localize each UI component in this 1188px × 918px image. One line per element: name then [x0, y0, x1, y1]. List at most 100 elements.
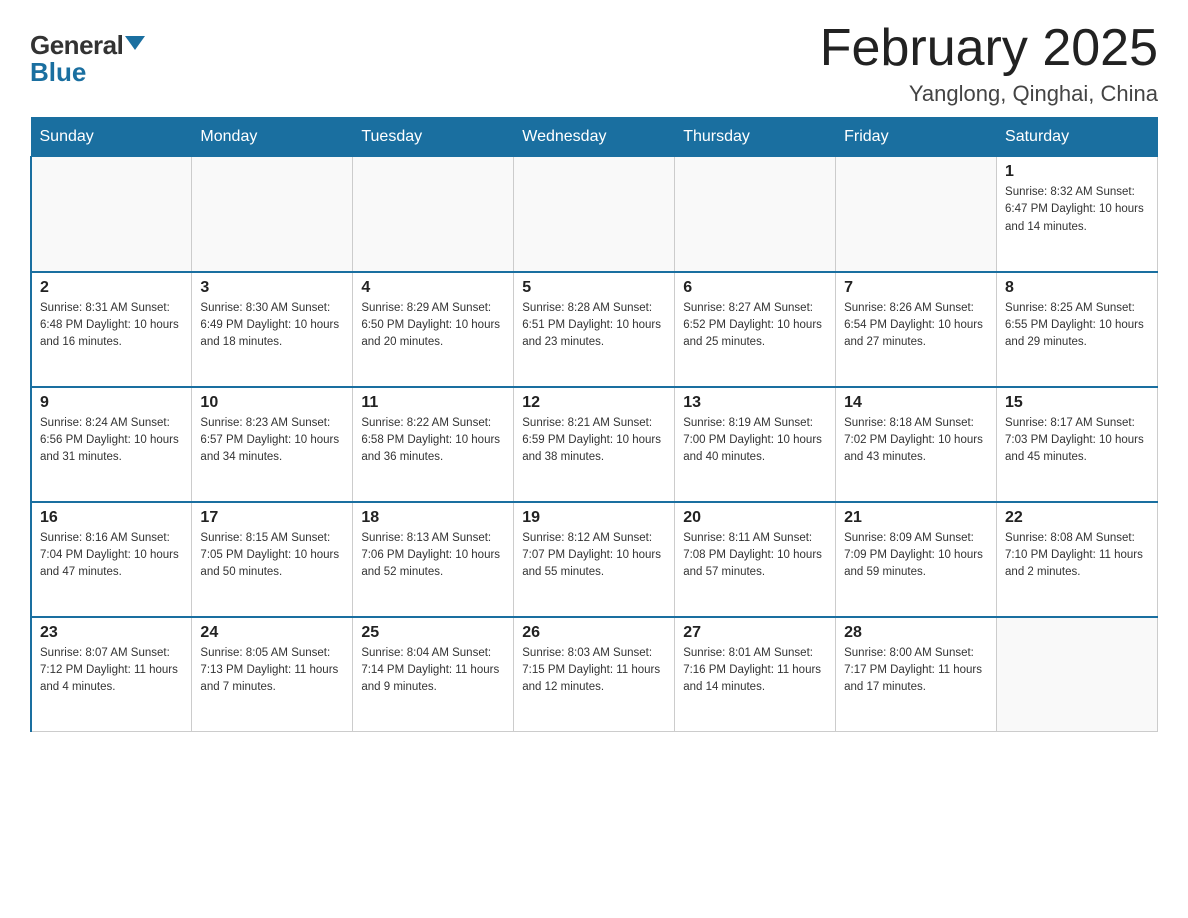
day-info: Sunrise: 8:22 AM Sunset: 6:58 PM Dayligh…	[361, 415, 505, 467]
day-number: 3	[200, 279, 344, 297]
day-info: Sunrise: 8:23 AM Sunset: 6:57 PM Dayligh…	[200, 415, 344, 467]
calendar-cell: 18Sunrise: 8:13 AM Sunset: 7:06 PM Dayli…	[353, 502, 514, 617]
calendar-cell: 17 Sunrise: 8:15 AM Sunset: 7:05 PM Dayli…	[192, 502, 353, 617]
weekday-header-thursday: Thursday	[675, 118, 836, 157]
calendar-week-row: 2 Sunrise: 8:31 AM Sunset: 6:48 PM Daylig…	[31, 272, 1158, 387]
day-number: 27	[683, 624, 827, 642]
day-number: 16	[40, 509, 183, 527]
page-header: General Blue February 2025 Yanglong, Qin…	[30, 20, 1158, 107]
location-title: Yanglong, Qinghai, China	[820, 81, 1158, 107]
day-number: 23	[40, 624, 183, 642]
day-number: 8	[1005, 279, 1149, 297]
calendar-cell: 3 Sunrise: 8:30 AM Sunset: 6:49 PM Daylig…	[192, 272, 353, 387]
calendar-cell: 20 Sunrise: 8:11 AM Sunset: 7:08 PM Dayli…	[675, 502, 836, 617]
day-number: 24	[200, 624, 344, 642]
day-number: 22	[1005, 509, 1149, 527]
day-number: 14	[844, 394, 988, 412]
calendar-cell	[675, 157, 836, 272]
weekday-header-saturday: Saturday	[997, 118, 1158, 157]
day-info: Sunrise: 8:25 AM Sunset: 6:55 PM Dayligh…	[1005, 300, 1149, 352]
day-number: 5	[522, 279, 666, 297]
day-number: 11	[361, 394, 505, 412]
calendar-cell: 14Sunrise: 8:18 AM Sunset: 7:02 PM Dayli…	[836, 387, 997, 502]
day-info: Sunrise: 8:27 AM Sunset: 6:52 PM Dayligh…	[683, 300, 827, 352]
calendar-cell: 9Sunrise: 8:24 AM Sunset: 6:56 PM Daylig…	[31, 387, 192, 502]
calendar-cell: 25 Sunrise: 8:04 AM Sunset: 7:14 PM Dayli…	[353, 617, 514, 732]
logo-arrow-icon	[125, 36, 145, 50]
calendar-cell: 11 Sunrise: 8:22 AM Sunset: 6:58 PM Dayli…	[353, 387, 514, 502]
calendar-week-row: 1 Sunrise: 8:32 AM Sunset: 6:47 PM Daylig…	[31, 157, 1158, 272]
day-number: 7	[844, 279, 988, 297]
day-info: Sunrise: 8:19 AM Sunset: 7:00 PM Dayligh…	[683, 415, 827, 467]
calendar-cell: 23 Sunrise: 8:07 AM Sunset: 7:12 PM Dayli…	[31, 617, 192, 732]
calendar-cell	[836, 157, 997, 272]
weekday-header-wednesday: Wednesday	[514, 118, 675, 157]
calendar-cell: 12 Sunrise: 8:21 AM Sunset: 6:59 PM Dayli…	[514, 387, 675, 502]
day-number: 21	[844, 509, 988, 527]
day-info: Sunrise: 8:01 AM Sunset: 7:16 PM Dayligh…	[683, 645, 827, 697]
day-number: 12	[522, 394, 666, 412]
day-number: 26	[522, 624, 666, 642]
calendar-cell	[353, 157, 514, 272]
calendar-week-row: 16 Sunrise: 8:16 AM Sunset: 7:04 PM Dayli…	[31, 502, 1158, 617]
calendar-cell: 1 Sunrise: 8:32 AM Sunset: 6:47 PM Daylig…	[997, 157, 1158, 272]
calendar-cell	[31, 157, 192, 272]
day-number: 6	[683, 279, 827, 297]
day-number: 28	[844, 624, 988, 642]
day-number: 9	[40, 394, 183, 412]
calendar-cell: 13Sunrise: 8:19 AM Sunset: 7:00 PM Dayli…	[675, 387, 836, 502]
day-info: Sunrise: 8:32 AM Sunset: 6:47 PM Dayligh…	[1005, 184, 1149, 236]
day-info: Sunrise: 8:11 AM Sunset: 7:08 PM Dayligh…	[683, 530, 827, 582]
calendar-cell: 7 Sunrise: 8:26 AM Sunset: 6:54 PM Daylig…	[836, 272, 997, 387]
day-info: Sunrise: 8:00 AM Sunset: 7:17 PM Dayligh…	[844, 645, 988, 697]
month-title: February 2025	[820, 20, 1158, 77]
day-info: Sunrise: 8:31 AM Sunset: 6:48 PM Dayligh…	[40, 300, 183, 352]
calendar-cell: 16 Sunrise: 8:16 AM Sunset: 7:04 PM Dayli…	[31, 502, 192, 617]
weekday-header-sunday: Sunday	[31, 118, 192, 157]
title-section: February 2025 Yanglong, Qinghai, China	[820, 20, 1158, 107]
day-number: 10	[200, 394, 344, 412]
day-number: 2	[40, 279, 183, 297]
weekday-header-friday: Friday	[836, 118, 997, 157]
weekday-header-monday: Monday	[192, 118, 353, 157]
day-info: Sunrise: 8:03 AM Sunset: 7:15 PM Dayligh…	[522, 645, 666, 697]
calendar-header-row: SundayMondayTuesdayWednesdayThursdayFrid…	[31, 118, 1158, 157]
calendar-cell: 6 Sunrise: 8:27 AM Sunset: 6:52 PM Daylig…	[675, 272, 836, 387]
day-number: 20	[683, 509, 827, 527]
day-info: Sunrise: 8:04 AM Sunset: 7:14 PM Dayligh…	[361, 645, 505, 697]
calendar-cell: 8 Sunrise: 8:25 AM Sunset: 6:55 PM Daylig…	[997, 272, 1158, 387]
day-number: 15	[1005, 394, 1149, 412]
calendar-week-row: 9Sunrise: 8:24 AM Sunset: 6:56 PM Daylig…	[31, 387, 1158, 502]
day-info: Sunrise: 8:15 AM Sunset: 7:05 PM Dayligh…	[200, 530, 344, 582]
day-info: Sunrise: 8:30 AM Sunset: 6:49 PM Dayligh…	[200, 300, 344, 352]
calendar-cell: 21Sunrise: 8:09 AM Sunset: 7:09 PM Dayli…	[836, 502, 997, 617]
day-info: Sunrise: 8:21 AM Sunset: 6:59 PM Dayligh…	[522, 415, 666, 467]
day-number: 18	[361, 509, 505, 527]
day-info: Sunrise: 8:26 AM Sunset: 6:54 PM Dayligh…	[844, 300, 988, 352]
day-info: Sunrise: 8:16 AM Sunset: 7:04 PM Dayligh…	[40, 530, 183, 582]
calendar-cell	[997, 617, 1158, 732]
day-info: Sunrise: 8:28 AM Sunset: 6:51 PM Dayligh…	[522, 300, 666, 352]
calendar-cell: 24 Sunrise: 8:05 AM Sunset: 7:13 PM Dayli…	[192, 617, 353, 732]
calendar-table: SundayMondayTuesdayWednesdayThursdayFrid…	[30, 117, 1158, 732]
calendar-cell	[192, 157, 353, 272]
calendar-cell: 4 Sunrise: 8:29 AM Sunset: 6:50 PM Daylig…	[353, 272, 514, 387]
calendar-cell	[514, 157, 675, 272]
day-number: 19	[522, 509, 666, 527]
logo: General Blue	[30, 20, 145, 88]
day-info: Sunrise: 8:29 AM Sunset: 6:50 PM Dayligh…	[361, 300, 505, 352]
calendar-cell: 19 Sunrise: 8:12 AM Sunset: 7:07 PM Dayli…	[514, 502, 675, 617]
day-number: 4	[361, 279, 505, 297]
calendar-cell: 26 Sunrise: 8:03 AM Sunset: 7:15 PM Dayli…	[514, 617, 675, 732]
day-number: 1	[1005, 163, 1149, 181]
day-number: 25	[361, 624, 505, 642]
day-info: Sunrise: 8:08 AM Sunset: 7:10 PM Dayligh…	[1005, 530, 1149, 582]
day-info: Sunrise: 8:05 AM Sunset: 7:13 PM Dayligh…	[200, 645, 344, 697]
calendar-cell: 5 Sunrise: 8:28 AM Sunset: 6:51 PM Daylig…	[514, 272, 675, 387]
weekday-header-tuesday: Tuesday	[353, 118, 514, 157]
calendar-cell: 28 Sunrise: 8:00 AM Sunset: 7:17 PM Dayli…	[836, 617, 997, 732]
day-info: Sunrise: 8:07 AM Sunset: 7:12 PM Dayligh…	[40, 645, 183, 697]
day-number: 17	[200, 509, 344, 527]
calendar-cell: 15Sunrise: 8:17 AM Sunset: 7:03 PM Dayli…	[997, 387, 1158, 502]
day-info: Sunrise: 8:12 AM Sunset: 7:07 PM Dayligh…	[522, 530, 666, 582]
